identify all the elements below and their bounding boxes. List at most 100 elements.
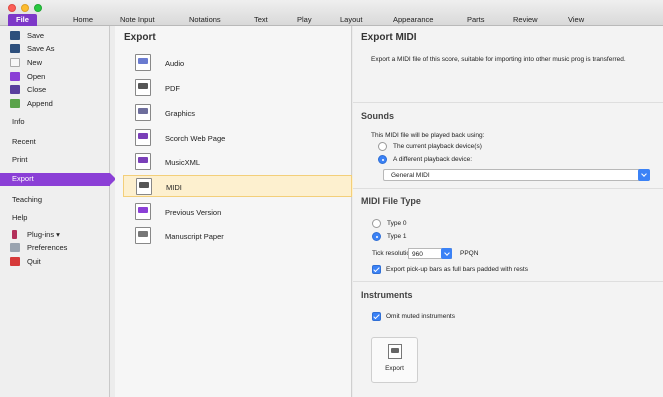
export-button-label: Export (385, 365, 404, 372)
pickup-bars-label: Export pick-up bars as full bars padded … (386, 266, 528, 273)
sidebar-item-label: Plug-ins ▾ (27, 230, 60, 239)
chevron-down-icon (441, 248, 452, 259)
radio-type-0[interactable] (372, 219, 381, 228)
close-window-icon[interactable] (8, 4, 16, 12)
sidebar-item-help[interactable]: Help (0, 212, 110, 224)
tab-appearance[interactable]: Appearance (393, 14, 433, 26)
divider (353, 281, 663, 282)
sidebar-item-label: Quit (27, 257, 41, 266)
radio-type-0-label: Type 0 (387, 220, 407, 227)
sidebar-item-close[interactable]: Close (0, 84, 110, 96)
export-midi-panel: Export MIDI Export a MIDI file of this s… (353, 26, 663, 397)
sidebar-item-save[interactable]: Save (0, 30, 110, 42)
export-item-musicxml[interactable]: MusicXML (123, 151, 352, 173)
radio-different-device-label: A different playback device: (393, 156, 473, 163)
panel-description: Export a MIDI file of this score, suitab… (371, 56, 626, 63)
plugin-icon (12, 230, 17, 239)
sidebar-item-label: Close (27, 85, 47, 94)
sidebar-item-label: Preferences (27, 243, 68, 252)
sidebar-item-label: Teaching (12, 195, 43, 204)
sidebar-item-label: Append (27, 99, 53, 108)
sidebar-item-save-as[interactable]: Save As (0, 43, 110, 55)
export-item-manuscript-paper[interactable]: Manuscript Paper (123, 225, 352, 247)
export-button[interactable]: Export (371, 337, 418, 383)
zoom-window-icon[interactable] (34, 4, 42, 12)
tab-play[interactable]: Play (297, 14, 312, 26)
folder-icon (10, 72, 20, 81)
sidebar-item-append[interactable]: Append (0, 98, 110, 110)
omit-muted-checkbox[interactable] (372, 312, 381, 321)
audio-icon (135, 54, 151, 71)
quit-icon (10, 257, 20, 266)
tab-home[interactable]: Home (73, 14, 93, 26)
sidebar-item-export[interactable]: Export (0, 173, 116, 186)
export-list-title: Export (124, 32, 156, 43)
divider (353, 188, 663, 189)
tab-parts[interactable]: Parts (467, 14, 485, 26)
ribbon-tabs: File Home Note Input Notations Text Play… (0, 14, 663, 26)
export-item-graphics[interactable]: Graphics (123, 102, 352, 124)
save-as-icon (10, 44, 20, 53)
sidebar-item-label: Print (12, 155, 28, 164)
sidebar-item-plug-ins[interactable]: Plug-ins ▾ (0, 229, 110, 241)
tick-resolution-field[interactable]: 960 (408, 248, 452, 259)
radio-current-device[interactable] (378, 142, 387, 151)
midi-file-icon (388, 344, 402, 359)
tab-notations[interactable]: Notations (189, 14, 221, 26)
export-item-label: Audio (165, 59, 185, 68)
export-item-label: MusicXML (165, 158, 201, 167)
append-icon (10, 99, 20, 108)
sidebar-item-print[interactable]: Print (0, 154, 110, 166)
export-item-label: Graphics (165, 109, 196, 118)
sounds-prompt: This MIDI file will be played back using… (371, 132, 485, 139)
sidebar-item-label: Recent (12, 137, 36, 146)
sounds-heading: Sounds (361, 111, 394, 121)
export-item-label: Previous Version (165, 208, 222, 217)
sidebar-item-label: Save (27, 31, 45, 40)
sidebar-item-new[interactable]: New (0, 57, 110, 69)
export-item-scorch-web-page[interactable]: Scorch Web Page (123, 127, 352, 149)
sidebar-item-label: Save As (27, 44, 55, 53)
radio-type-1[interactable] (372, 232, 381, 241)
new-icon (10, 58, 20, 67)
manuscript-paper-icon (135, 227, 151, 244)
tab-review[interactable]: Review (513, 14, 538, 26)
tab-file[interactable]: File (8, 14, 37, 26)
export-item-pdf[interactable]: PDF (123, 77, 352, 99)
sidebar-item-recent[interactable]: Recent (0, 136, 110, 148)
sidebar-item-open[interactable]: Open (0, 71, 110, 83)
pickup-bars-checkbox[interactable] (372, 265, 381, 274)
folder-close-icon (10, 85, 20, 94)
instruments-heading: Instruments (361, 290, 413, 300)
tab-text[interactable]: Text (254, 14, 268, 26)
tick-resolution-value: 960 (412, 251, 423, 258)
export-item-midi[interactable]: MIDI (123, 175, 358, 197)
sidebar-item-label: Help (12, 213, 28, 222)
sidebar-item-preferences[interactable]: Preferences (0, 242, 110, 254)
playback-device-value: General MIDI (391, 172, 430, 179)
minimize-window-icon[interactable] (21, 4, 29, 12)
omit-muted-label: Omit muted instruments (386, 313, 455, 320)
save-icon (10, 31, 20, 40)
sidebar-item-info[interactable]: Info (0, 116, 110, 128)
export-item-previous-version[interactable]: Previous Version (123, 201, 352, 223)
tab-view[interactable]: View (568, 14, 584, 26)
pdf-icon (135, 79, 151, 96)
sidebar-item-label: Export (12, 174, 34, 183)
radio-different-device[interactable] (378, 155, 387, 164)
scorch-web-page-icon (135, 129, 151, 146)
chevron-down-icon (638, 169, 650, 181)
graphics-icon (135, 104, 151, 121)
sidebar-item-quit[interactable]: Quit (0, 256, 110, 268)
sidebar-item-teaching[interactable]: Teaching (0, 194, 110, 206)
previous-version-icon (135, 203, 151, 220)
tab-note-input[interactable]: Note Input (120, 14, 155, 26)
sidebar-item-label: Open (27, 72, 46, 81)
export-item-audio[interactable]: Audio (123, 52, 352, 74)
tick-resolution-unit: PPQN (460, 250, 479, 257)
tab-layout[interactable]: Layout (340, 14, 363, 26)
playback-device-select[interactable]: General MIDI (383, 169, 650, 181)
musicxml-icon (135, 153, 151, 170)
preferences-icon (10, 243, 20, 252)
midi-file-type-heading: MIDI File Type (361, 196, 421, 206)
